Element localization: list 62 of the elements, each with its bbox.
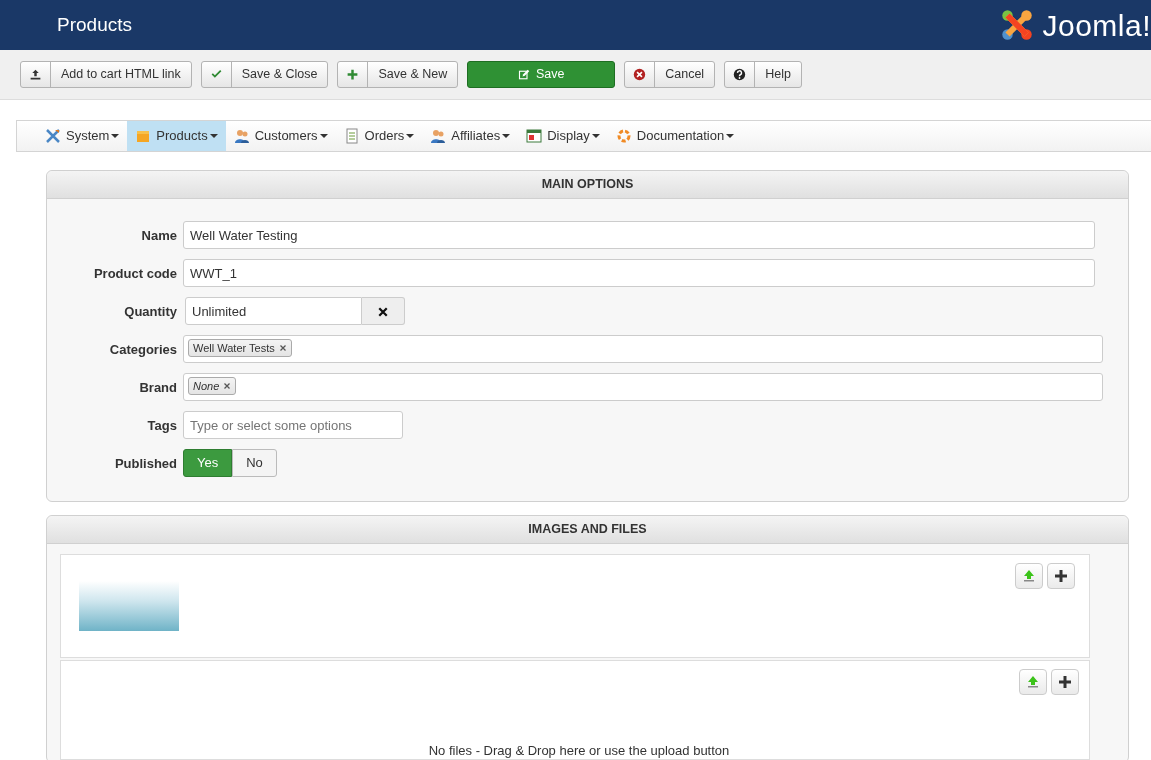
menu-item[interactable]: Affiliates xyxy=(422,121,519,151)
upload-icon xyxy=(29,68,42,81)
toggle-option[interactable]: Yes xyxy=(183,449,233,477)
caret-icon xyxy=(502,134,511,138)
field-label: Brand xyxy=(138,379,177,397)
toolbar-button[interactable]: Save & Close xyxy=(200,61,329,88)
caret-icon xyxy=(406,134,415,138)
quantity-field[interactable]: Unlimited xyxy=(185,297,362,325)
help-icon xyxy=(733,68,747,81)
text-field[interactable]: WWT_1 xyxy=(183,259,1095,287)
tag-chip[interactable]: None xyxy=(188,377,237,395)
plus-icon xyxy=(1057,673,1073,690)
caret-icon xyxy=(209,134,218,138)
menu-item[interactable]: Display xyxy=(518,121,608,151)
edit-icon xyxy=(518,68,530,81)
text-field[interactable]: Well Water Testing xyxy=(183,221,1095,249)
toolbar-button[interactable]: Help xyxy=(724,61,802,88)
caret-icon xyxy=(726,134,735,138)
field-label: Published xyxy=(113,455,177,473)
panel-header: IMAGES AND FILES xyxy=(47,515,1128,544)
document-icon xyxy=(343,128,360,144)
box-icon xyxy=(135,128,152,144)
toolbar-button[interactable]: Save xyxy=(467,61,616,88)
people-icon xyxy=(233,128,250,144)
remove-icon xyxy=(223,382,232,390)
field-label: Product code xyxy=(92,265,177,283)
caret-icon xyxy=(591,134,600,138)
page-title: Products xyxy=(57,12,132,37)
logo-text: Joomla! xyxy=(1042,7,1151,44)
tools-icon xyxy=(45,128,61,144)
field-label: Categories xyxy=(108,341,177,359)
remove-icon xyxy=(278,344,287,352)
menu-item[interactable]: Customers xyxy=(225,121,336,151)
tag-field[interactable]: None xyxy=(183,373,1103,401)
close-icon xyxy=(377,305,389,318)
panel-header: MAIN OPTIONS xyxy=(47,171,1128,199)
plus-icon xyxy=(1053,567,1069,584)
tags-field[interactable]: Type or select some options xyxy=(183,411,403,439)
field-label: Name xyxy=(140,227,177,245)
field-label: Quantity xyxy=(123,303,177,321)
window-icon xyxy=(526,128,543,144)
tag-chip[interactable]: Well Water Tests xyxy=(188,339,292,357)
toolbar-button[interactable]: Cancel xyxy=(624,61,716,88)
empty-files-message: No files - Drag & Drop here or use the upload button xyxy=(427,741,731,760)
toolbar-button[interactable]: Save & New xyxy=(337,61,459,88)
lifebuoy-icon xyxy=(615,128,632,144)
menu-item[interactable]: Documentation xyxy=(607,121,743,151)
cancel-icon xyxy=(633,68,647,81)
toggle-option[interactable]: No xyxy=(232,449,277,477)
field-label: Tags xyxy=(146,417,177,435)
tag-field[interactable]: Well Water Tests xyxy=(183,335,1103,363)
caret-icon xyxy=(111,134,120,138)
add-button[interactable] xyxy=(1047,562,1075,589)
menu-item[interactable]: Orders xyxy=(335,121,423,151)
clear-button[interactable] xyxy=(362,297,405,325)
toolbar-button[interactable]: Add to cart HTML link xyxy=(20,61,192,88)
plus-icon xyxy=(346,68,360,81)
menu-item[interactable]: Products xyxy=(127,121,226,151)
menu-item[interactable]: System xyxy=(37,121,128,151)
caret-icon xyxy=(319,134,328,138)
people-icon xyxy=(430,128,447,144)
add-button[interactable] xyxy=(1051,668,1079,695)
